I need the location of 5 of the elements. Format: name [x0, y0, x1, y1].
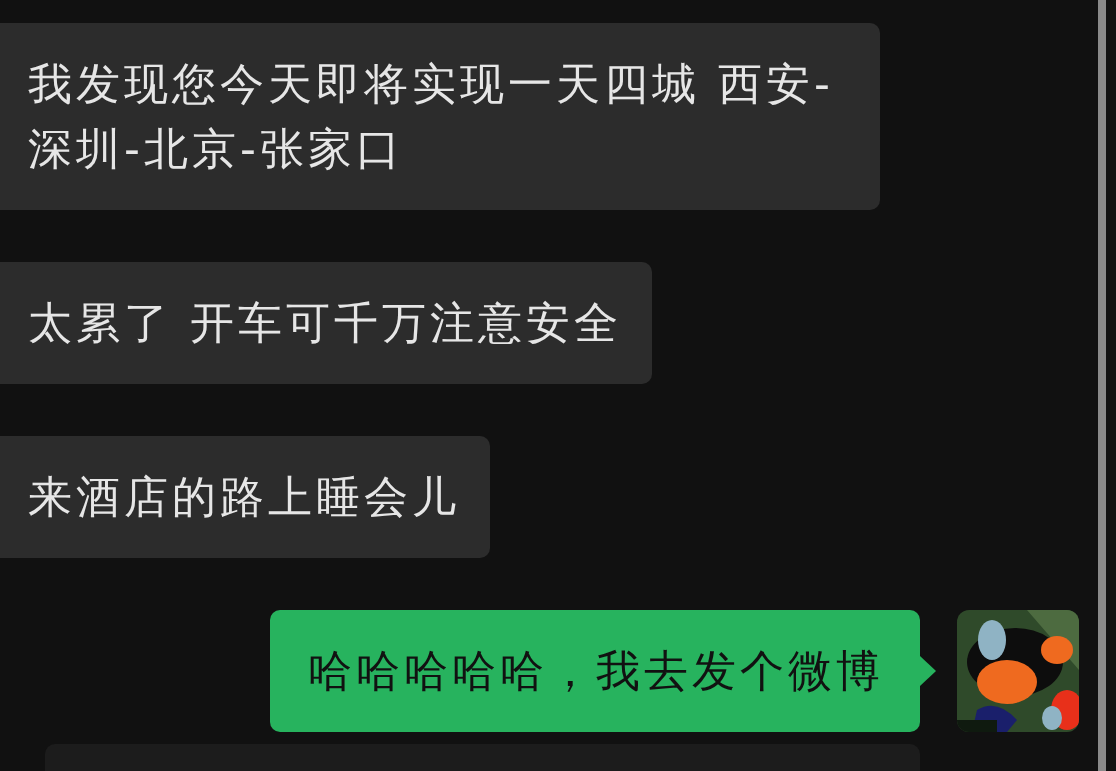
- message-bubble: 来酒店的路上睡会儿: [0, 436, 490, 558]
- message-bubble: 我发现您今天即将实现一天四城 西安-深圳-北京-张家口: [0, 23, 880, 210]
- message-bubble: 哈哈哈哈哈，我去发个微博: [270, 610, 920, 732]
- bubble-tail: [920, 656, 936, 686]
- message-bubble: 太累了 开车可千万注意安全: [0, 262, 652, 384]
